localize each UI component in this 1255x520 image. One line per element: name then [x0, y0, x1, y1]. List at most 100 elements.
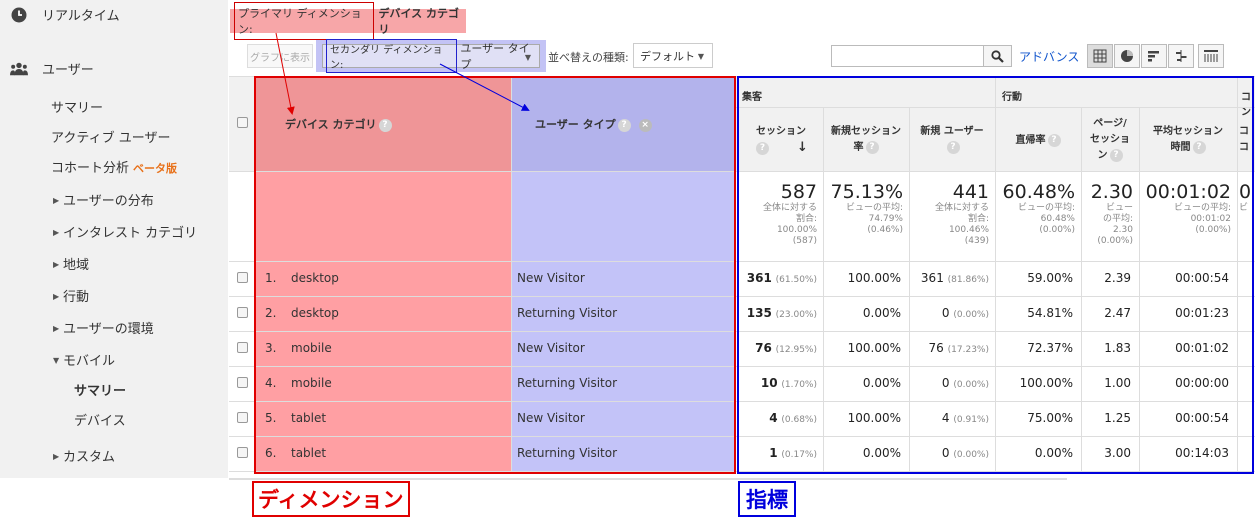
help-icon[interactable]: ? [378, 119, 392, 132]
metric-header-bounce-rate[interactable]: 直帰率? [995, 133, 1081, 149]
metric-header-sessions[interactable]: セッション ? ↓ [739, 124, 823, 157]
table-row: 6. tablet Returning Visitor 1 (0.17%) 0.00% 0… [229, 436, 1255, 472]
total-subtext: (0.00%) [1039, 225, 1075, 235]
metric-value: 4 [941, 411, 950, 425]
metric-header-new-users[interactable]: 新規 ユーザー ? [909, 124, 995, 156]
sort-type-select[interactable]: デフォルト ▼ [633, 43, 713, 68]
help-icon[interactable]: ? [756, 142, 770, 155]
new-users-cell: 4 (0.91%) [909, 411, 989, 425]
sidebar-item-active-users[interactable]: アクティブ ユーザー [51, 127, 170, 146]
view-pivot-button[interactable] [1198, 44, 1224, 68]
metric-value: 361 [920, 271, 944, 285]
device-category-link[interactable]: mobile [291, 376, 332, 390]
view-table-button[interactable] [1087, 44, 1113, 68]
secondary-dimension-label: セカンダリ ディメンション: [326, 39, 458, 73]
sidebar-item-custom[interactable]: ▶ カスタム [53, 446, 115, 465]
user-type-link[interactable]: New Visitor [517, 411, 585, 425]
bar-chart-icon [1148, 51, 1159, 62]
new-users-cell: 0 (0.00%) [909, 376, 989, 390]
sidebar-item-realtime[interactable]: リアルタイム [10, 5, 120, 24]
row-index: 6. [265, 446, 277, 460]
sidebar-item-user-distribution[interactable]: ▶ ユーザーの分布 [53, 190, 154, 209]
select-all-checkbox[interactable] [237, 117, 248, 128]
search-button[interactable] [984, 45, 1012, 67]
sessions-cell: 361 (61.50%) [741, 271, 817, 285]
metric-header-label: 平均セッション [1153, 126, 1223, 137]
row-checkbox[interactable] [237, 307, 248, 318]
sidebar-item-cohort[interactable]: コホート分析 ベータ版 [51, 157, 177, 176]
advanced-link[interactable]: アドバンス [1019, 48, 1079, 65]
primary-dimension-value[interactable]: デバイス カテゴリ [378, 5, 466, 37]
total-subtext: ビ [1239, 203, 1249, 213]
help-icon[interactable]: ? [946, 141, 960, 154]
sidebar-item-mobile-summary[interactable]: サマリー [74, 380, 126, 399]
sidebar-label: モバイル [63, 354, 116, 369]
close-icon[interactable]: × [638, 119, 652, 132]
sidebar-label: 行動 [63, 290, 90, 305]
total-subtext: (0.46%) [867, 225, 903, 235]
user-type-link[interactable]: New Visitor [517, 271, 585, 285]
metric-value: 76 [928, 341, 944, 355]
device-category-link[interactable]: mobile [291, 341, 332, 355]
row-checkbox[interactable] [237, 447, 248, 458]
help-icon[interactable]: ? [865, 141, 879, 154]
plot-rows-button[interactable]: グラフに表示 [247, 44, 313, 68]
pages-per-session-cell: 1.00 [1104, 376, 1131, 390]
row-index: 3. [265, 341, 277, 355]
bounce-rate-cell: 54.81% [1027, 306, 1073, 320]
help-icon[interactable]: ? [1109, 149, 1123, 162]
device-category-link[interactable]: tablet [291, 446, 326, 460]
group-header-acquisition: 集客 [742, 92, 762, 103]
sidebar-item-user-environment[interactable]: ▶ ユーザーの環境 [53, 318, 154, 337]
view-comparison-button[interactable] [1168, 44, 1194, 68]
secondary-dimension-header[interactable]: ユーザー タイプ? × [535, 116, 652, 132]
total-value: 587 [780, 181, 817, 203]
help-icon[interactable]: ? [1192, 141, 1206, 154]
sidebar-item-region[interactable]: ▶ 地域 [53, 254, 89, 273]
sort-arrow-down-icon: ↓ [797, 140, 808, 155]
device-category-link[interactable]: desktop [291, 271, 339, 285]
sidebar-item-behavior[interactable]: ▶ 行動 [53, 286, 89, 305]
table-row: 1. desktop New Visitor 361 (61.50%) 100.00% 3… [229, 261, 1255, 297]
metric-header-pages-per-session[interactable]: ページ/ セッショ ン? [1081, 116, 1139, 164]
user-type-link[interactable]: Returning Visitor [517, 376, 617, 390]
sidebar-item-users[interactable]: ユーザー [10, 59, 94, 78]
metric-value: 10 [760, 376, 778, 390]
bounce-rate-cell: 72.37% [1027, 341, 1073, 355]
sidebar-item-devices[interactable]: デバイス [74, 410, 126, 429]
triangle-right-icon: ▶ [53, 324, 60, 333]
pie-chart-icon [1121, 50, 1133, 62]
metric-header-label: 新規セッション [831, 126, 901, 137]
row-checkbox[interactable] [237, 272, 248, 283]
row-checkbox[interactable] [237, 412, 248, 423]
device-category-link[interactable]: desktop [291, 306, 339, 320]
metric-header-new-session-rate[interactable]: 新規セッション 率? [823, 124, 909, 156]
dimension-header[interactable]: デバイス カテゴリ? [285, 116, 392, 132]
search-input[interactable] [831, 45, 984, 67]
user-type-link[interactable]: Returning Visitor [517, 446, 617, 460]
metric-header-conversion[interactable]: コ コ [1239, 124, 1255, 156]
total-subtext: (587) [792, 236, 817, 246]
help-icon[interactable]: ? [1047, 134, 1061, 147]
secondary-dimension-select[interactable]: セカンダリ ディメンション: ユーザー タイプ ▼ [322, 39, 540, 73]
sidebar-item-interest-category[interactable]: ▶ インタレスト カテゴリ [53, 222, 197, 241]
avg-duration-cell: 00:14:03 [1175, 446, 1229, 460]
row-checkbox[interactable] [237, 377, 248, 388]
grid-line [229, 471, 1255, 472]
metric-percent: (12.95%) [775, 345, 817, 355]
triangle-down-icon: ▼ [53, 356, 60, 365]
sidebar-item-mobile[interactable]: ▼ モバイル [53, 350, 115, 369]
help-icon[interactable]: ? [617, 119, 631, 132]
total-value: 2.30 [1090, 181, 1133, 203]
view-pie-button[interactable] [1114, 44, 1140, 68]
view-performance-button[interactable] [1141, 44, 1167, 68]
sessions-cell: 10 (1.70%) [741, 376, 817, 390]
sidebar-item-summary[interactable]: サマリー [51, 97, 103, 116]
user-type-link[interactable]: Returning Visitor [517, 306, 617, 320]
total-value: 441 [952, 181, 989, 203]
row-checkbox[interactable] [237, 342, 248, 353]
device-category-link[interactable]: tablet [291, 411, 326, 425]
user-type-link[interactable]: New Visitor [517, 341, 585, 355]
metric-header-avg-session-duration[interactable]: 平均セッション 時間? [1139, 124, 1237, 156]
table-row: 5. tablet New Visitor 4 (0.68%) 100.00% 4 (0.… [229, 401, 1255, 437]
